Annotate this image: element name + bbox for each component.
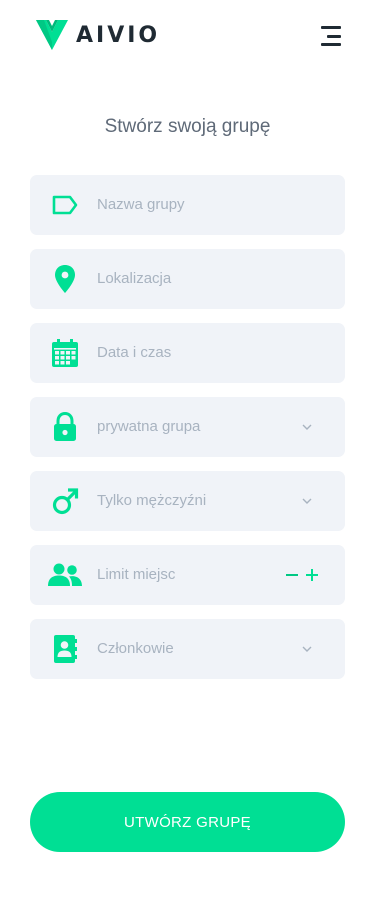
location-field[interactable]: Lokalizacja [30, 249, 345, 309]
brand-logo[interactable]: AIVIO [34, 18, 160, 52]
gender-select[interactable]: Tylko mężczyźni [30, 471, 345, 531]
seat-limit-field[interactable]: Limit miejsc [30, 545, 345, 605]
lock-icon [50, 412, 80, 442]
app-header: AIVIO [0, 0, 375, 80]
tag-icon [50, 190, 80, 220]
privacy-select[interactable]: prywatna grupa [30, 397, 345, 457]
gender-placeholder: Tylko mężczyźni [97, 492, 207, 509]
members-select[interactable]: Członkowie [30, 619, 345, 679]
aivio-logo-icon [36, 20, 68, 50]
minus-icon [286, 574, 298, 576]
privacy-placeholder: prywatna grupa [97, 418, 201, 435]
hamburger-menu-icon[interactable] [317, 26, 341, 46]
location-pin-icon [50, 264, 80, 294]
contact-book-icon [50, 634, 80, 664]
date-time-field[interactable]: Data i czas [30, 323, 345, 383]
seat-limit-stepper [282, 562, 322, 588]
users-icon [47, 560, 83, 590]
decrement-button[interactable] [282, 562, 302, 588]
location-placeholder: Lokalizacja [97, 270, 172, 287]
chevron-down-icon [302, 646, 312, 652]
group-name-placeholder: Nazwa grupy [97, 196, 185, 213]
increment-button[interactable] [302, 562, 322, 588]
date-time-placeholder: Data i czas [97, 344, 172, 361]
calendar-icon [50, 338, 80, 368]
chevron-down-icon [302, 498, 312, 504]
page-title: Stwórz swoją grupę [104, 116, 271, 137]
brand-name: AIVIO [76, 22, 161, 48]
create-group-button[interactable]: UTWÓRZ GRUPĘ [30, 792, 345, 852]
plus-icon [306, 569, 318, 581]
chevron-down-icon [302, 424, 312, 430]
seat-limit-placeholder: Limit miejsc [97, 566, 176, 583]
group-name-field[interactable]: Nazwa grupy [30, 175, 345, 235]
members-placeholder: Członkowie [97, 640, 174, 657]
male-gender-icon [50, 486, 80, 516]
